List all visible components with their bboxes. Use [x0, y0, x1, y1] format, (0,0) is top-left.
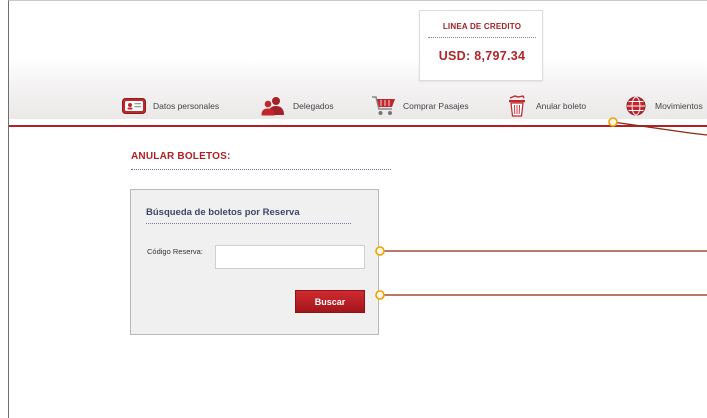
reservation-code-input[interactable] [215, 245, 365, 269]
credit-line-box: LINEA DE CREDITO USD: 8,797.34 [419, 10, 543, 81]
main-nav: Datos personales Delegados Comprar Pasaj… [9, 93, 707, 119]
nav-item-comprar-pasajes[interactable]: Comprar Pasajes [371, 93, 469, 119]
users-icon [261, 95, 287, 117]
nav-item-movimientos[interactable]: Movimientos [623, 93, 703, 119]
globe-icon [623, 95, 649, 117]
booking-search-panel: Búsqueda de boletos por Reserva Código R… [130, 189, 379, 335]
nav-item-datos-personales[interactable]: Datos personales [121, 93, 219, 119]
nav-item-label: Delegados [293, 101, 334, 111]
search-panel-title: Búsqueda de boletos por Reserva [146, 207, 300, 218]
search-button[interactable]: Buscar [295, 290, 365, 313]
page-title: ANULAR BOLETOS: [131, 151, 231, 162]
nav-item-anular-boleto[interactable]: Anular boleto [504, 93, 586, 119]
page-title-divider [131, 169, 391, 170]
credit-line-title: LINEA DE CREDITO [442, 22, 522, 31]
header: LINEA DE CREDITO USD: 8,797.34 Datos per… [9, 1, 707, 119]
nav-item-delegados[interactable]: Delegados [261, 93, 334, 119]
credit-line-value: USD: 8,797.34 [438, 49, 526, 63]
nav-item-label: Comprar Pasajes [403, 101, 469, 111]
credit-line-divider [428, 37, 536, 38]
header-divider [9, 125, 707, 127]
search-panel-divider [146, 223, 351, 224]
nav-item-label: Datos personales [153, 101, 220, 111]
nav-item-label: Anular boleto [536, 101, 587, 111]
id-card-icon [121, 95, 147, 117]
cart-icon [371, 95, 397, 117]
nav-item-label: Movimientos [655, 101, 703, 111]
trash-icon [504, 95, 530, 117]
reservation-code-label: Código Reserva: [147, 247, 203, 256]
app-frame: LINEA DE CREDITO USD: 8,797.34 Datos per… [8, 0, 707, 418]
